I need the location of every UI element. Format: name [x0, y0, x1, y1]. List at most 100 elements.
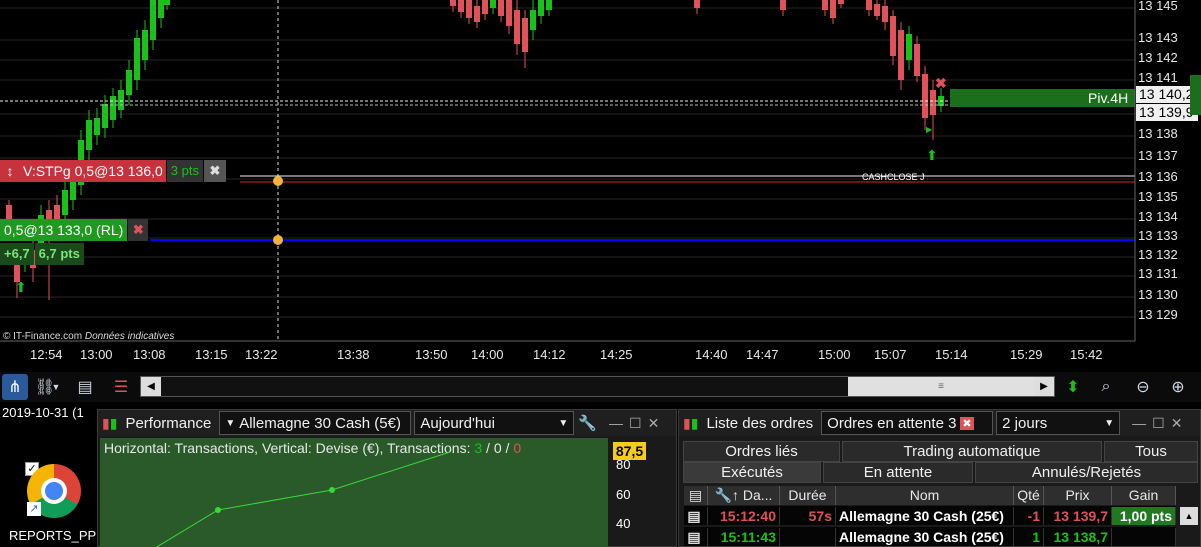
column-header-qty[interactable]: Qté	[1014, 486, 1044, 505]
candles-icon: ▮	[102, 414, 110, 431]
share-icon[interactable]: ⋔	[2, 374, 28, 400]
price-tick-label: 13 138	[1138, 126, 1178, 141]
time-tick-label: 14:47	[746, 347, 779, 362]
column-header-name[interactable]: Nom	[836, 486, 1014, 505]
tab-en-attente[interactable]: En attente	[823, 462, 973, 483]
limit-order-label[interactable]: 0,5@13 133,0 (RL)	[0, 219, 128, 241]
position-pts: 6,7 pts	[34, 243, 84, 265]
scroll-left-arrow-icon[interactable]: ◀	[141, 377, 161, 396]
limit-order-tag[interactable]: 0,5@13 133,0 (RL) ✖	[0, 219, 149, 241]
stop-order-pts: 3 pts	[166, 160, 203, 182]
candle	[86, 120, 92, 150]
column-header-date[interactable]: 🔧↑ Da...	[708, 486, 780, 505]
close-icon[interactable]: ✕	[1171, 415, 1183, 432]
cell-time: 15:12:40	[708, 507, 780, 525]
stop-order-tag[interactable]: ↕ V:STPg 0,5@13 136,0 3 pts ✖	[0, 160, 226, 182]
price-tick-label: 13 129	[1138, 307, 1178, 322]
performance-line	[155, 451, 451, 547]
chevron-down-icon: ▼	[225, 417, 236, 429]
maximize-icon[interactable]: ☐	[1152, 415, 1165, 432]
candle	[546, 0, 552, 10]
performance-title[interactable]: Performance	[120, 411, 216, 435]
wrench-icon[interactable]: 🔧	[578, 414, 597, 432]
instrument-select[interactable]: ▼ Allemagne 30 Cash (5€)	[219, 411, 412, 435]
close-icon[interactable]: ✖	[128, 219, 149, 241]
orders-filter[interactable]: Ordres en attente 3 ✖	[821, 411, 994, 435]
layout-icon[interactable]: ▤	[72, 374, 98, 400]
column-header-duration[interactable]: Durée	[780, 486, 836, 505]
close-icon[interactable]: ✖	[960, 416, 974, 430]
document-icon: ▤	[684, 528, 708, 546]
chevron-down-icon: ▼	[1104, 417, 1115, 429]
close-icon[interactable]: ✖	[203, 160, 226, 182]
candles	[6, 0, 944, 300]
cell-qty: 1	[1014, 528, 1044, 546]
period-select[interactable]: Aujourd'hui ▼	[414, 411, 575, 435]
minimize-icon[interactable]: —	[1132, 415, 1146, 431]
flag-icon: ▶	[926, 125, 933, 134]
column-header-price[interactable]: Prix	[1044, 486, 1112, 505]
zoom-auto-icon[interactable]: ⌕	[1093, 374, 1119, 400]
desktop-area: 2019-10-31 (1 ✓ ↗ REPORTS_PP	[0, 402, 96, 547]
minimize-icon[interactable]: —	[609, 415, 623, 431]
column-header-doc[interactable]: ▤	[684, 486, 708, 505]
desktop-icon-label[interactable]: REPORTS_PP	[9, 528, 96, 543]
orders-period-select[interactable]: 2 jours ▼	[996, 411, 1121, 435]
horizontal-scrollbar[interactable]: ◀ ≡ ▶	[140, 376, 1055, 397]
orders-title[interactable]: Liste des ordres	[701, 411, 818, 435]
stop-order-label[interactable]: V:STPg 0,5@13 136,0	[20, 160, 166, 182]
performance-chart[interactable]: Horizontal: Transactions, Vertical: Devi…	[100, 438, 608, 547]
zoom-out-icon[interactable]: ⊖	[1130, 374, 1156, 400]
price-tick-label: 13 136	[1138, 169, 1178, 184]
price-chart[interactable]: Piv.4H CASHCLOSE J ✖ ⬆ ⬆ ▶ © IT-Finance.…	[0, 0, 1201, 370]
tab-executes[interactable]: Exécutés	[683, 462, 821, 483]
candle	[830, 0, 836, 18]
price-chart-icon[interactable]: ⬍	[1060, 374, 1086, 400]
tab-tous[interactable]: Tous	[1104, 441, 1198, 462]
shortcut-arrow-icon: ↗	[27, 502, 41, 516]
price-badge-current: 13 139,9	[1136, 104, 1198, 121]
position-tag[interactable]: +6,7 6,7 pts	[0, 243, 84, 265]
cell-duration	[780, 528, 836, 546]
price-tick-label: 13 141	[1138, 70, 1178, 85]
candle	[498, 0, 504, 16]
performance-panel: ▮ ▮ Performance ▼ Allemagne 30 Cash (5€)…	[97, 409, 677, 547]
cell-gain	[1112, 528, 1176, 546]
chevron-down-icon: ▼	[558, 417, 569, 429]
candle	[874, 4, 880, 16]
perf-y-label: 80	[616, 457, 631, 472]
candle	[506, 0, 512, 26]
scroll-thumb[interactable]: ≡	[848, 377, 1034, 396]
maximize-icon[interactable]: ☐	[629, 415, 642, 432]
desktop-date-text: 2019-10-31 (1	[2, 405, 84, 420]
candle	[490, 0, 496, 8]
scrollbar-up-icon[interactable]: ▲	[1180, 507, 1198, 525]
candle	[838, 0, 844, 4]
time-tick-label: 14:40	[695, 347, 728, 362]
time-tick-label: 14:12	[533, 347, 566, 362]
drag-arrows-icon[interactable]: ↕	[0, 160, 20, 182]
buy-arrow-icon: ⬆	[926, 147, 938, 163]
tab-trading-automatique[interactable]: Trading automatique	[842, 441, 1102, 462]
price-tick-label: 13 135	[1138, 189, 1178, 204]
tab-ordres-lies[interactable]: Ordres liés	[683, 441, 840, 462]
zoom-in-icon[interactable]: ⊕	[1165, 374, 1191, 400]
dropdown-arrow-icon[interactable]: ▼	[50, 374, 62, 400]
candle	[882, 6, 888, 22]
orders-header: ▮ ▮ Liste des ordres Ordres en attente 3…	[679, 410, 1200, 436]
time-tick-label: 13:22	[245, 347, 278, 362]
cell-duration: 57s	[780, 507, 836, 525]
candle	[522, 18, 528, 52]
orders-period-value: 2 jours	[1002, 414, 1048, 432]
orders-book-icon[interactable]: ☰	[108, 374, 134, 400]
pivot-label: Piv.4H	[1088, 90, 1128, 106]
sort-asc-icon: ↑	[731, 487, 739, 503]
scroll-right-arrow-icon[interactable]: ▶	[1034, 377, 1054, 396]
tab-annules-rejetes[interactable]: Annulés/Rejetés	[975, 462, 1198, 483]
column-header-gain[interactable]: Gain	[1112, 486, 1176, 505]
price-tick-label: 13 137	[1138, 148, 1178, 163]
time-tick-label: 14:00	[471, 347, 504, 362]
document-icon: ▤	[688, 487, 703, 503]
close-icon[interactable]: ✕	[648, 415, 660, 432]
time-tick-label: 13:08	[133, 347, 166, 362]
